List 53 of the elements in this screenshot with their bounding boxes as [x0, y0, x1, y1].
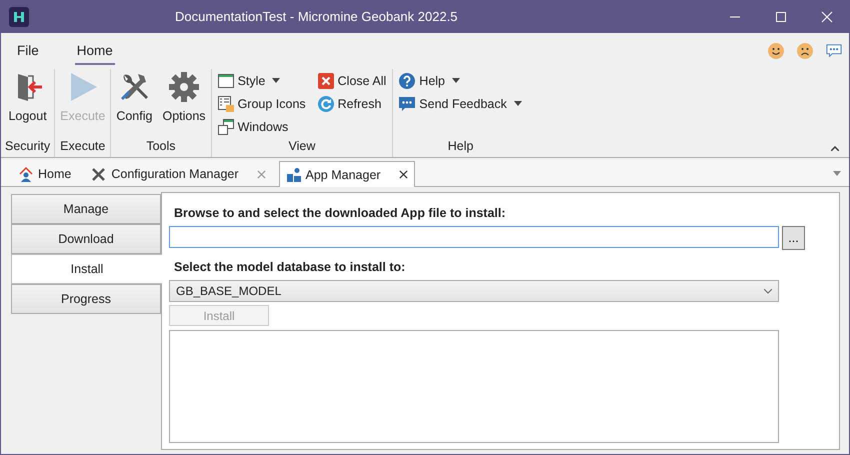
collapse-icon[interactable] — [831, 146, 839, 151]
ribbon-tab[interactable]: File — [15, 43, 41, 65]
tools-icon — [91, 166, 108, 182]
database-dropdown[interactable]: GB_BASE_MODEL — [169, 280, 779, 302]
group-label: Help — [446, 139, 474, 155]
ribbon-button[interactable]: Help — [397, 69, 524, 92]
close-icon — [318, 72, 334, 88]
ribbon-tab[interactable]: Home — [74, 43, 115, 65]
ribbon-button[interactable]: Group Icons — [216, 92, 308, 115]
ribbon-button[interactable]: Config — [115, 69, 154, 138]
smiley-icon[interactable] — [768, 43, 784, 59]
ribbon-button[interactable]: Options — [161, 69, 207, 138]
caret-icon — [452, 78, 460, 83]
caret-icon — [272, 78, 280, 83]
maximize-icon[interactable] — [775, 10, 787, 22]
window-title: DocumentationTest - Micromine Geobank 2022.5 — [175, 9, 458, 24]
window-icon — [218, 72, 234, 88]
frown-icon[interactable] — [797, 43, 813, 59]
app-icon — [286, 166, 302, 182]
speech-bubble-icon — [399, 96, 416, 112]
settings-icon — [168, 71, 200, 103]
document-tab[interactable]: Home — [11, 161, 78, 186]
nav-tab[interactable]: Download — [11, 224, 161, 254]
group-label: Tools — [145, 139, 177, 155]
nav-tab[interactable]: Progress — [11, 284, 161, 314]
document-tab[interactable]: Configuration Manager — [84, 161, 273, 186]
file-path-field[interactable] — [169, 226, 779, 248]
ribbon-button[interactable]: Refresh — [316, 92, 388, 115]
nav-tab[interactable]: Install — [11, 254, 162, 284]
nav-tab[interactable]: Manage — [11, 194, 161, 224]
ribbon-button[interactable]: Logout — [5, 69, 50, 138]
ribbon-button[interactable]: Close All — [316, 69, 388, 92]
group-label: Security — [5, 139, 50, 155]
caret-icon — [514, 101, 522, 106]
chevron-icon — [764, 288, 772, 294]
ribbon-button[interactable]: Windows — [216, 115, 308, 138]
field-label: Select the model database to install to: — [174, 260, 406, 274]
browse-button[interactable]: ... — [782, 226, 805, 250]
document-tab[interactable]: App Manager — [278, 161, 415, 187]
help-icon — [399, 72, 416, 88]
ribbon-button[interactable]: Send Feedback — [397, 92, 524, 115]
group-label: Execute — [59, 139, 106, 155]
caret-icon[interactable] — [833, 170, 841, 176]
close-icon[interactable] — [398, 170, 408, 179]
group-label: View — [287, 139, 316, 155]
group-icons-icon — [218, 96, 234, 112]
windows-icon — [218, 118, 234, 134]
field-label: Browse to and select the downloaded App file to install: — [174, 206, 507, 220]
refresh-icon — [318, 96, 334, 112]
app-logo-icon — [9, 6, 29, 26]
home-user-icon — [18, 166, 34, 182]
speech-bubble-icon[interactable] — [826, 43, 842, 59]
ribbon-button[interactable]: Style — [216, 69, 308, 92]
